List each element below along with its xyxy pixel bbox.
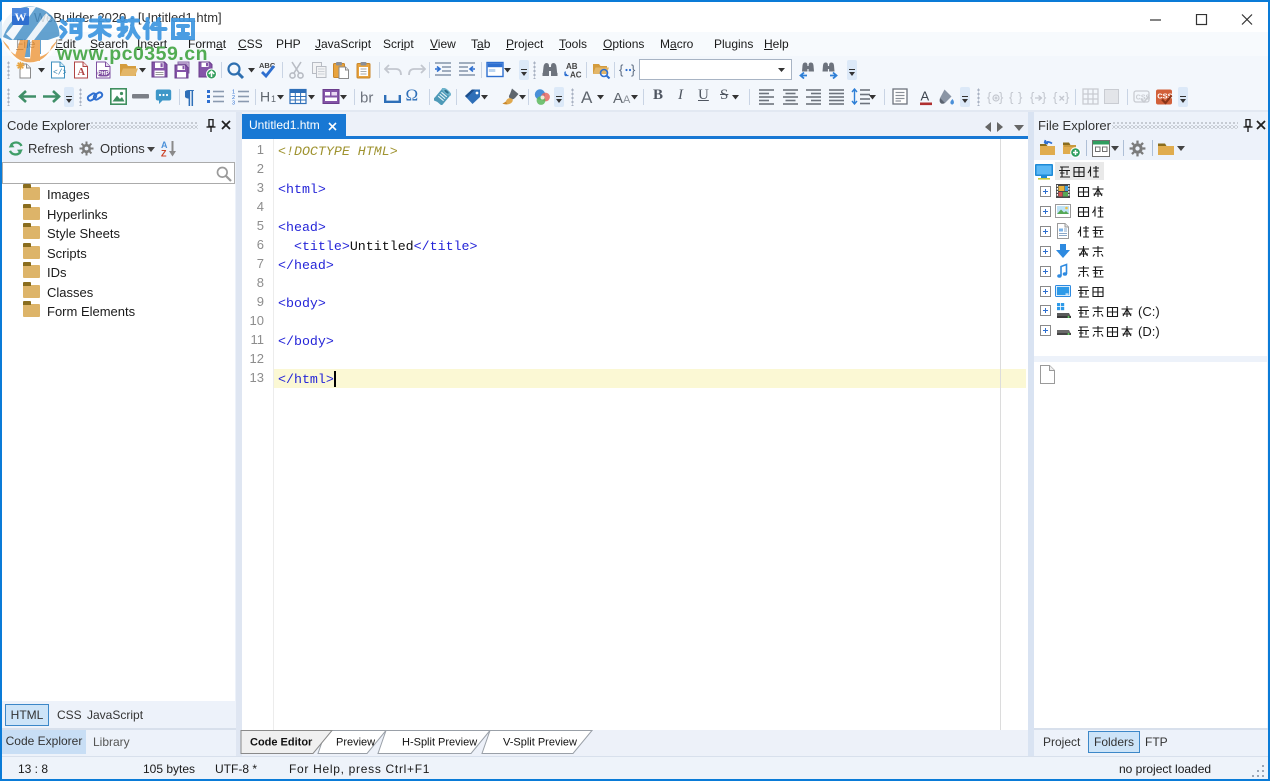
svg-text:br: br [360,90,373,107]
svg-text:Code Editor: Code Editor [250,737,313,749]
svg-text:{: { [1030,90,1035,105]
svg-text:A: A [921,89,930,104]
svg-text:{: { [1009,90,1014,105]
svg-text:}: } [999,90,1004,105]
svg-text:V-Split Preview: V-Split Preview [503,737,577,749]
svg-text:A: A [623,94,631,106]
svg-text:A: A [581,88,593,106]
svg-text:}: } [1065,90,1070,105]
svg-text:</>: </> [53,69,66,78]
svg-text:Ω: Ω [406,86,419,105]
svg-text:Preview: Preview [336,737,375,749]
svg-text:1: 1 [271,94,276,104]
svg-text:AC: AC [570,71,582,80]
svg-text:{: { [987,90,992,105]
svg-text:PHP: PHP [98,71,110,77]
svg-text:}: } [631,62,636,77]
svg-text:}: } [1042,90,1047,105]
svg-text:{: { [619,62,624,77]
svg-text:A: A [78,67,86,78]
svg-text:W: W [15,10,27,24]
svg-text:3: 3 [232,101,235,106]
svg-text:Z: Z [161,149,167,158]
svg-text:¶: ¶ [185,88,195,106]
svg-text:A: A [613,90,623,106]
svg-text:H: H [260,89,270,105]
svg-text:H-Split Preview: H-Split Preview [402,737,477,749]
svg-text:}: } [1018,90,1023,105]
svg-text:{: { [1053,90,1058,105]
